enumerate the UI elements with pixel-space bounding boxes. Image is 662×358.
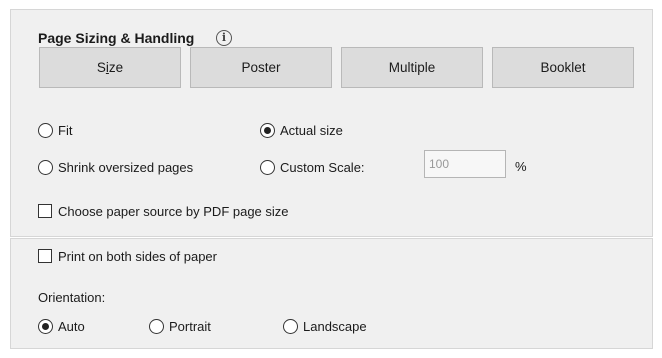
paper-source-checkbox[interactable] [38,204,52,218]
custom-scale-radio[interactable] [260,159,275,175]
duplex-label: Print on both sides of paper [58,248,217,264]
actual-size-radio[interactable] [260,122,275,138]
duplex-option[interactable]: Print on both sides of paper [38,247,217,265]
orientation-auto-radio[interactable] [38,318,53,334]
paper-source-label: Choose paper source by PDF page size [58,203,289,219]
orientation-landscape-radio[interactable] [283,318,298,334]
section-title: Page Sizing & Handling [38,30,195,46]
tab-size[interactable]: Size [39,47,181,88]
percent-label: % [515,159,527,174]
custom-scale-option[interactable]: Custom Scale: [260,158,365,176]
orientation-label: Orientation: [38,290,106,305]
orientation-landscape-option[interactable]: Landscape [283,317,367,335]
duplex-checkbox[interactable] [38,249,52,263]
fit-label: Fit [58,122,73,138]
info-icon[interactable]: i [216,30,232,46]
tab-size-label-b: ze [108,60,124,75]
orientation-landscape-label: Landscape [303,318,367,334]
orientation-auto-option[interactable]: Auto [38,317,85,335]
orientation-portrait-option[interactable]: Portrait [149,317,211,335]
shrink-label: Shrink oversized pages [58,159,194,175]
tab-multiple[interactable]: Multiple [341,47,483,88]
fit-option[interactable]: Fit [38,121,72,139]
fit-radio[interactable] [38,122,53,138]
orientation-auto-label: Auto [58,318,85,334]
custom-scale-label: Custom Scale: [280,159,365,175]
tab-poster[interactable]: Poster [190,47,332,88]
actual-size-option[interactable]: Actual size [260,121,343,139]
tab-size-label-a: S [96,60,106,75]
orientation-portrait-radio[interactable] [149,318,164,334]
actual-size-label: Actual size [280,122,343,138]
orientation-portrait-label: Portrait [169,318,211,334]
paper-source-option[interactable]: Choose paper source by PDF page size [38,202,289,220]
tab-booklet[interactable]: Booklet [492,47,634,88]
custom-scale-input[interactable] [424,150,506,178]
shrink-option[interactable]: Shrink oversized pages [38,158,193,176]
shrink-radio[interactable] [38,159,53,175]
